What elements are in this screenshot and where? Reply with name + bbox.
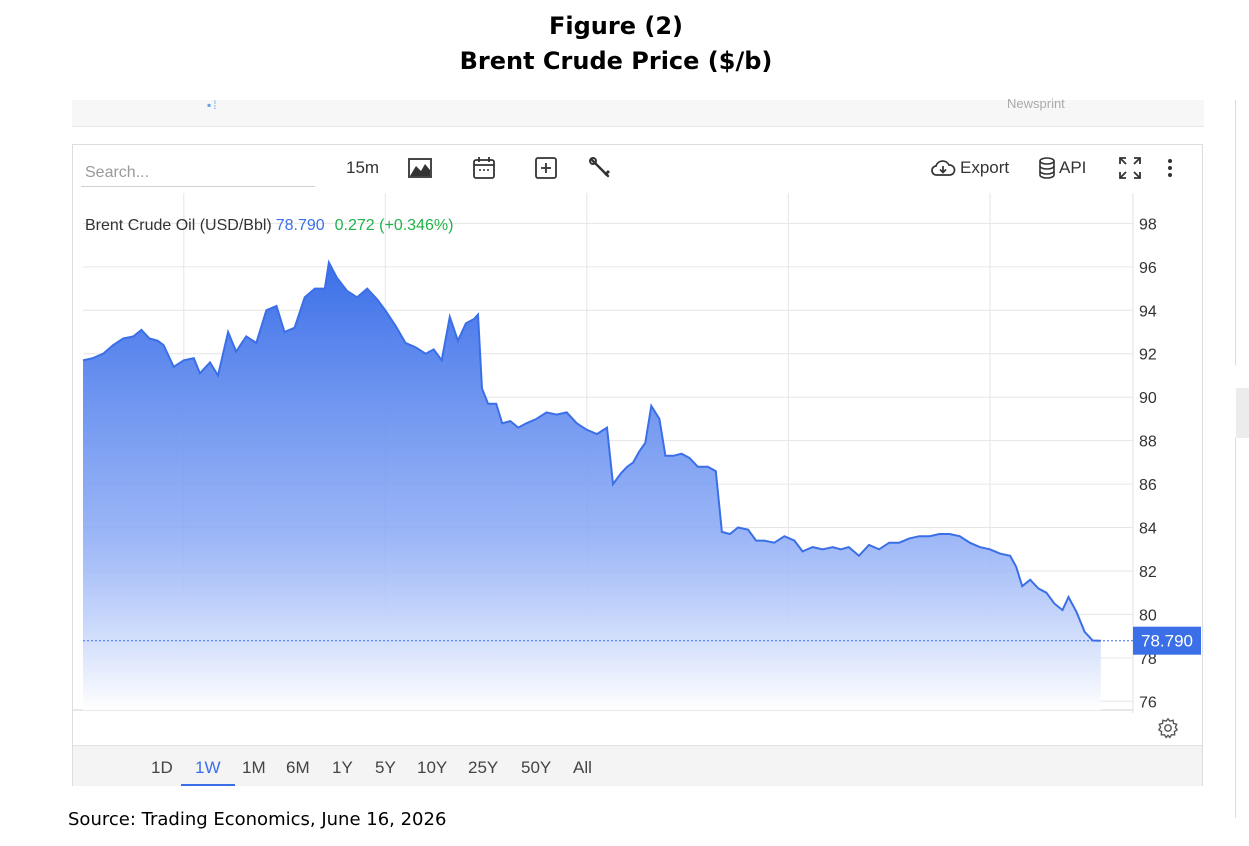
export-label: Export (960, 158, 1010, 177)
api-button[interactable]: API (1038, 155, 1086, 181)
y-tick-label: 80 (1139, 607, 1157, 624)
search-input[interactable] (81, 153, 315, 186)
range-1y[interactable]: 1Y (332, 758, 353, 778)
side-divider-lower (1235, 438, 1236, 818)
figure-number: Figure (2) (549, 12, 683, 40)
price-area (83, 262, 1101, 710)
chart-settings-button[interactable] (1157, 717, 1179, 739)
interval-selector[interactable]: 15m (346, 155, 379, 181)
export-button[interactable]: Export (930, 155, 1009, 181)
y-tick-label: 90 (1139, 390, 1157, 407)
y-tick-label: 82 (1139, 564, 1157, 581)
api-label: API (1059, 158, 1087, 177)
calendar-icon (473, 157, 495, 179)
cropped-icon: ▪⁞ (207, 98, 219, 112)
side-divider (1235, 100, 1236, 365)
settings-icon (1157, 717, 1179, 739)
y-tick-label: 98 (1139, 216, 1157, 233)
plus-box-icon (535, 157, 557, 179)
more-button[interactable] (1163, 155, 1177, 181)
last-price-tag: 78.790 (1133, 626, 1201, 655)
tools-button[interactable] (588, 155, 612, 181)
range-1d[interactable]: 1D (151, 758, 173, 778)
legend-change: 0.272 (+0.346%) (334, 217, 454, 234)
search-box[interactable] (81, 153, 315, 187)
range-1w[interactable]: 1W (195, 758, 221, 778)
fullscreen-button[interactable] (1118, 155, 1142, 181)
source-note: Source: Trading Economics, June 16, 2026 (68, 809, 447, 830)
y-tick-label: 76 (1139, 694, 1157, 711)
y-tick-label: 94 (1139, 303, 1157, 320)
active-range-underline (181, 784, 235, 786)
range-50y[interactable]: 50Y (521, 758, 551, 778)
calendar-button[interactable] (472, 155, 496, 181)
fullscreen-icon (1119, 157, 1141, 179)
cloud-download-icon (931, 160, 956, 176)
y-tick-label: 84 (1139, 521, 1157, 538)
series-legend: Brent Crude Oil (USD/Bbl) 78.790 0.272 (+0… (85, 217, 453, 235)
database-icon (1039, 157, 1055, 179)
more-vert-icon (1168, 159, 1172, 177)
cropped-text: Newsprint (1007, 96, 1065, 111)
legend-last-value: 78.790 (275, 217, 325, 234)
y-tick-label: 86 (1139, 477, 1157, 494)
range-1m[interactable]: 1M (242, 758, 266, 778)
chart-widget: 15m (72, 144, 1203, 786)
y-tick-label: 96 (1139, 260, 1157, 277)
previous-widget-strip: ▪⁞ Newsprint (72, 96, 1204, 127)
range-bar: 1D 1W 1M 6M 1Y 5Y 10Y 25Y 50Y All (73, 745, 1202, 786)
range-5y[interactable]: 5Y (375, 758, 396, 778)
range-10y[interactable]: 10Y (417, 758, 447, 778)
figure-title: Brent Crude Price ($/b) (459, 47, 773, 75)
y-tick-label: 88 (1139, 434, 1157, 451)
range-6m[interactable]: 6M (286, 758, 310, 778)
range-25y[interactable]: 25Y (468, 758, 498, 778)
side-panel-block (1236, 388, 1249, 438)
compare-button[interactable] (534, 155, 558, 181)
range-all[interactable]: All (573, 758, 592, 778)
wrench-icon (589, 157, 610, 178)
price-chart: 767880828486889092949698 1011121516 78.7… (73, 193, 1201, 713)
legend-series-name: Brent Crude Oil (USD/Bbl) (85, 217, 272, 234)
last-price-label: 78.790 (1141, 632, 1193, 651)
chart-type-icon (408, 158, 432, 178)
chart-type-button[interactable] (408, 155, 432, 181)
y-tick-label: 92 (1139, 347, 1157, 364)
chart-area: 767880828486889092949698 1011121516 78.7… (73, 193, 1202, 713)
